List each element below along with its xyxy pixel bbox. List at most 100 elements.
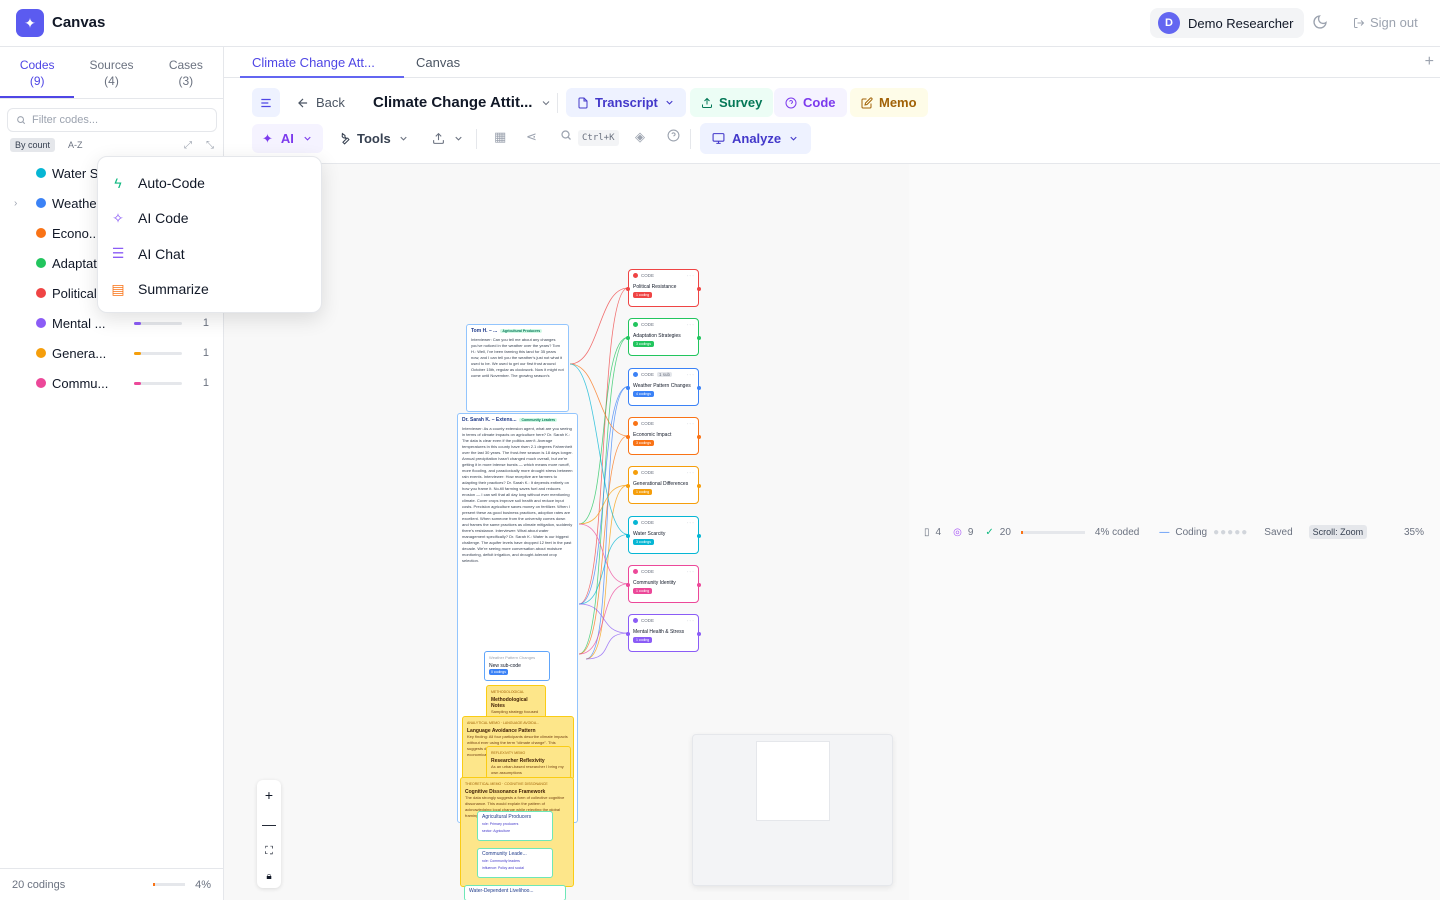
sparkle-icon[interactable]: ✦ — [16, 9, 44, 37]
menu-item-label: Summarize — [138, 281, 209, 298]
tab-codes-count: (9) — [29, 74, 45, 88]
connection-handle[interactable] — [626, 434, 630, 439]
connection-handle[interactable] — [697, 287, 701, 291]
node-actions-icon[interactable]: ◦ ◦ ◦ — [687, 322, 694, 327]
code-node[interactable]: CODE 1 sub ◦ ◦ ◦ Weather Pattern Changes 4 c… — [626, 367, 701, 406]
code-button[interactable]: Code — [774, 88, 847, 117]
coverage-percent: 4% — [195, 878, 211, 891]
collapse-all-icon[interactable]: ⤡ — [206, 140, 214, 151]
menu-item-ai-code[interactable]: ✧ AI Code — [98, 201, 321, 237]
menu-item-ai-chat[interactable]: ☰ AI Chat — [98, 236, 321, 272]
tools-button[interactable]: Tools — [337, 124, 409, 153]
graduation-cap-icon[interactable]: ◈ — [635, 129, 645, 145]
minimap[interactable] — [692, 734, 893, 886]
sort-by-count-button[interactable]: By count — [10, 138, 56, 152]
memo-body: As an urban-based researcher I bring my … — [491, 764, 564, 775]
search-icon[interactable] — [560, 129, 572, 144]
connection-handle[interactable] — [626, 287, 630, 291]
code-node-name: Community Identity — [633, 579, 676, 586]
memo-node[interactable]: REFLEXIVITY MEMO Researcher Reflexivity As… — [486, 746, 571, 779]
chat-icon: ☰ — [111, 245, 125, 262]
connection-handle[interactable] — [697, 582, 701, 587]
zoom-in-icon[interactable]: + — [265, 787, 273, 803]
scroll-zoom-toggle[interactable]: Scroll: Zoom — [1308, 525, 1368, 539]
doc2-text: Interviewer: As a county extension agent… — [462, 426, 573, 563]
connection-handle[interactable] — [626, 632, 630, 637]
code-node[interactable]: CODE ◦ ◦ ◦ Economic Impact 3 codings — [626, 416, 701, 455]
code-node[interactable]: CODE ◦ ◦ ◦ Community Identity 1 coding — [626, 564, 701, 603]
node-actions-icon[interactable]: ◦ ◦ ◦ — [687, 569, 694, 574]
code-node[interactable]: CODE ◦ ◦ ◦ Adaptation Strategies 3 codings — [626, 318, 701, 357]
help-icon[interactable] — [667, 129, 680, 145]
survey-button[interactable]: Survey — [690, 88, 774, 117]
tab-canvas[interactable]: Canvas — [404, 47, 472, 78]
code-node[interactable]: CODE ◦ ◦ ◦ Water Scarcity 3 codings — [626, 515, 701, 554]
connection-handle[interactable] — [626, 336, 630, 341]
connection-handle[interactable] — [697, 533, 701, 538]
code-list-item[interactable]: Commu... 1 — [0, 368, 224, 398]
code-node[interactable]: CODE ◦ ◦ ◦ Mental Health & Stress 1 coding — [626, 614, 701, 653]
case-attribute: influence: Policy and social — [482, 866, 525, 870]
connection-handle[interactable] — [697, 385, 701, 390]
menu-item-summarize[interactable]: ▤ Summarize — [98, 272, 321, 308]
case-node[interactable]: Community Leade... role: Community leader… — [477, 848, 553, 878]
document-title-select[interactable]: Climate Change Attit... — [373, 88, 552, 117]
memo-node[interactable]: METHODOLOGICAL Methodological Notes Sampli… — [486, 685, 546, 720]
chevron-right-icon[interactable]: › — [14, 198, 30, 209]
connection-handle[interactable] — [626, 385, 630, 390]
node-actions-icon[interactable]: ◦ ◦ ◦ — [687, 470, 694, 475]
analyze-button[interactable]: Analyze — [700, 123, 812, 154]
menu-icon[interactable] — [252, 88, 280, 117]
node-actions-icon[interactable]: ◦ ◦ ◦ — [687, 273, 694, 278]
moon-icon[interactable] — [1312, 14, 1332, 34]
case-node[interactable]: Agricultural Producers role: Primary prod… — [477, 811, 553, 841]
expand-all-icon[interactable]: ⤢ — [184, 140, 192, 151]
node-actions-icon[interactable]: ◦ ◦ ◦ — [687, 421, 694, 426]
user-menu[interactable]: D Demo Researcher — [1150, 8, 1304, 38]
tab-sources[interactable]: Sources (4) — [74, 47, 148, 98]
connection-handle[interactable] — [626, 484, 630, 489]
tab-climate-change[interactable]: Climate Change Att... — [240, 47, 404, 78]
share-icon[interactable]: ⋖ — [526, 129, 537, 145]
connection-handle[interactable] — [626, 533, 630, 538]
menu-item-auto-code[interactable]: ϟ Auto-Code — [98, 165, 321, 201]
code-node[interactable]: CODE ◦ ◦ ◦ Political Resistance 1 coding — [626, 269, 701, 307]
grid-icon[interactable]: ▦ — [494, 129, 506, 145]
memo-button[interactable]: Memo — [850, 88, 928, 117]
connection-handle[interactable] — [697, 434, 701, 439]
back-button[interactable]: Back — [296, 88, 345, 117]
filter-codes-input[interactable]: Filter codes... — [7, 108, 217, 132]
zoom-out-icon[interactable]: — — [262, 816, 276, 832]
transcript-button[interactable]: Transcript — [566, 88, 686, 117]
lock-icon[interactable]: 🔒︎ — [266, 871, 271, 882]
sort-az-button[interactable]: A-Z — [63, 138, 88, 152]
code-node[interactable]: CODE ◦ ◦ ◦ Generational Differences 1 codin… — [626, 466, 701, 505]
subcode-badge: 0 codings — [489, 669, 508, 675]
tab-codes[interactable]: Codes (9) — [0, 47, 75, 98]
code-list-item[interactable]: Genera... 1 — [0, 338, 224, 368]
codings-count: 20 codings — [12, 878, 66, 891]
sign-out-button[interactable]: Sign out — [1353, 15, 1418, 30]
fit-view-icon[interactable]: ⛶ — [265, 845, 273, 858]
canvas-area[interactable]: Tom H. – ... Agricultural Producers Inter… — [224, 163, 1440, 900]
app-title: Canvas — [52, 14, 106, 31]
avatar: D — [1158, 12, 1180, 34]
node-actions-icon[interactable]: ◦ ◦ ◦ — [687, 372, 694, 377]
code-color-dot — [36, 198, 46, 208]
ai-button[interactable]: ✦ AI — [252, 124, 323, 153]
tab-cases[interactable]: Cases (3) — [149, 47, 223, 98]
subcode-node[interactable]: Weather Pattern Changes New sub-code 0 c… — [484, 651, 550, 681]
document-node-tom[interactable]: Tom H. – ... Agricultural Producers Inter… — [466, 324, 569, 412]
chevron-down-icon — [543, 100, 550, 105]
code-count: 1 — [202, 377, 209, 389]
add-tab-icon[interactable]: + — [1425, 53, 1434, 71]
node-actions-icon[interactable]: ◦ ◦ ◦ — [687, 520, 694, 525]
code-color-dot — [633, 618, 638, 624]
case-node[interactable]: Water-Dependent Livelihoo... — [464, 885, 566, 900]
sidebar-footer: 20 codings 4% — [0, 868, 223, 900]
menu-item-label: AI Code — [138, 210, 189, 227]
export-button[interactable] — [432, 124, 464, 153]
node-actions-icon[interactable]: ◦ ◦ ◦ — [687, 618, 694, 623]
connection-handle[interactable] — [626, 582, 630, 587]
chevron-down-icon — [455, 136, 462, 141]
